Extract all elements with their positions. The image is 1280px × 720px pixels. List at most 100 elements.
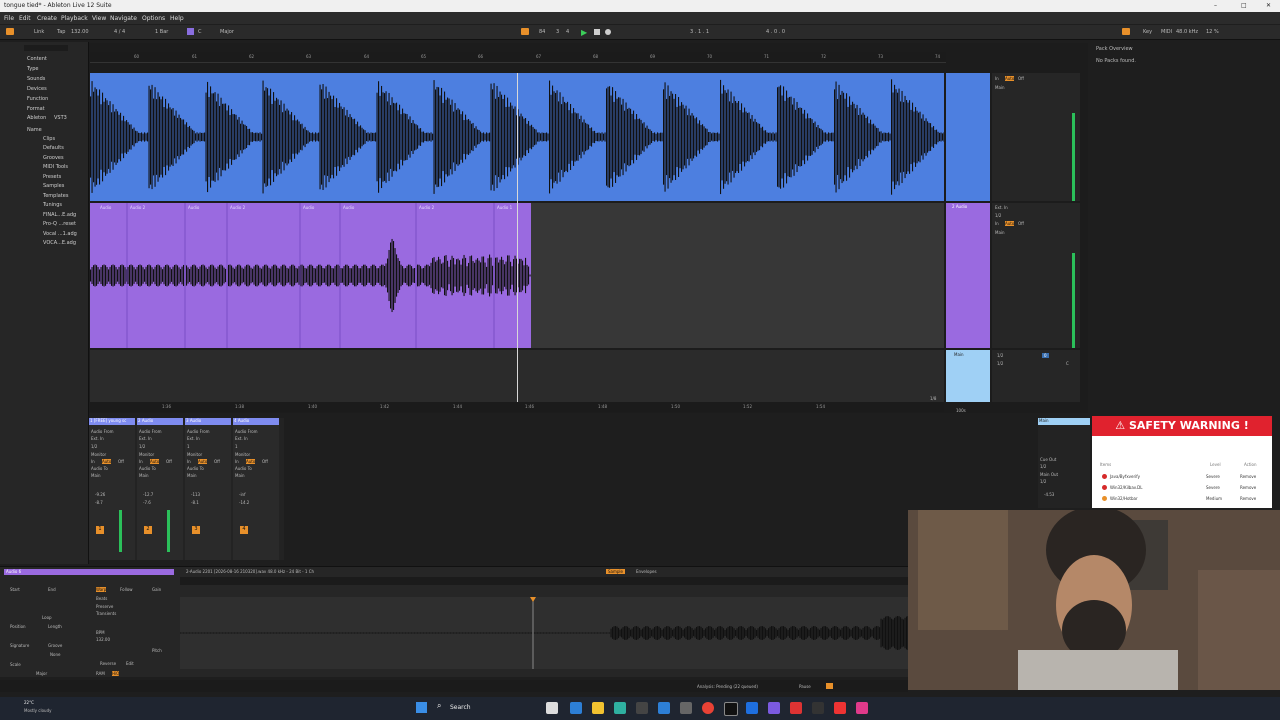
link-button[interactable]: Link <box>34 29 44 35</box>
app-icon[interactable] <box>790 702 802 714</box>
loop-length-field[interactable]: 4 . 0 . 0 <box>766 29 785 35</box>
record-icon[interactable] <box>605 29 611 35</box>
main-track-header[interactable]: Main <box>946 350 990 402</box>
menu-create[interactable]: Create <box>37 15 57 22</box>
menu-view[interactable]: View <box>92 15 106 22</box>
maximize-icon[interactable]: □ <box>1241 2 1247 9</box>
main-cue[interactable]: 1/2 <box>997 361 1003 366</box>
strip-channel-select[interactable]: 1/2 <box>139 444 145 449</box>
loop-toggle[interactable]: Loop <box>42 615 52 620</box>
strip-name[interactable]: 3 Audio <box>185 418 231 425</box>
track-output-select[interactable]: Main <box>995 230 1005 235</box>
weather-desc[interactable]: Mostly cloudy <box>24 708 52 713</box>
loop-position-field[interactable]: 3 . 1 . 1 <box>690 29 709 35</box>
task-view-icon[interactable] <box>546 702 558 714</box>
time-signature-field[interactable]: 4 / 4 <box>114 29 125 35</box>
strip-output-select[interactable]: Main <box>91 473 101 478</box>
monitor-auto-button[interactable]: Auto <box>150 459 160 464</box>
analysis-pause-button[interactable]: Pause <box>799 684 811 689</box>
monitor-in-button[interactable]: In <box>235 459 239 464</box>
threat-remove-link[interactable]: Remove <box>1240 496 1256 501</box>
menu-edit[interactable]: Edit <box>19 15 31 22</box>
track-activator-button[interactable]: 4 <box>240 526 248 534</box>
app-icon[interactable] <box>812 702 824 714</box>
search-icon[interactable]: ⌕ <box>437 701 441 711</box>
browser-category-sounds[interactable]: Sounds <box>27 76 45 82</box>
bpm-field[interactable]: 132.00 <box>96 637 110 642</box>
menu-file[interactable]: File <box>4 15 14 22</box>
app-icon[interactable] <box>834 702 846 714</box>
monitor-off-button[interactable]: Off <box>118 459 124 464</box>
clip-name-bar[interactable]: Audio 6 <box>4 569 174 575</box>
monitor-off-button[interactable]: Off <box>214 459 220 464</box>
strip-output-select[interactable]: Main <box>139 473 149 478</box>
monitor-in-button[interactable]: In <box>995 221 999 226</box>
browser-category-vst3[interactable]: VST3 <box>54 115 67 121</box>
edge-icon[interactable] <box>614 702 626 714</box>
windows-start-icon[interactable] <box>416 702 427 713</box>
monitor-auto-button[interactable]: Auto <box>198 459 208 464</box>
browser-category-format[interactable]: Format <box>27 106 45 112</box>
main-pan[interactable]: C <box>1066 361 1069 366</box>
arrangement-position-bar[interactable]: 84 <box>539 29 545 35</box>
stop-icon[interactable] <box>594 29 600 35</box>
threat-remove-link[interactable]: Remove <box>1240 474 1256 479</box>
strip-volume[interactable]: -inf <box>239 492 246 497</box>
browser-item[interactable]: Defaults <box>43 145 64 151</box>
discord-icon[interactable] <box>768 702 780 714</box>
app-icon[interactable] <box>570 702 582 714</box>
track-input-channel[interactable]: 1/2 <box>995 213 1001 218</box>
follow-button[interactable]: Follow <box>120 587 133 592</box>
strip-name[interactable]: 2 Audio <box>137 418 183 425</box>
tab-sample[interactable]: Sample <box>606 569 625 574</box>
key-select[interactable]: C <box>198 29 202 35</box>
arrangement-position-sixteenth[interactable]: 4 <box>566 29 569 35</box>
browser-item[interactable]: MIDI Tools <box>43 164 68 170</box>
tab-envelopes[interactable]: Envelopes <box>636 569 657 574</box>
monitor-in-button[interactable]: In <box>139 459 143 464</box>
monitor-auto-button[interactable]: Auto <box>1005 221 1015 226</box>
app-icon[interactable] <box>856 702 868 714</box>
groove-select[interactable]: None <box>50 652 60 657</box>
menu-options[interactable]: Options <box>142 15 165 22</box>
ableton-icon[interactable] <box>724 702 738 716</box>
main-volume[interactable]: 0 <box>1042 353 1049 358</box>
strip-input-select[interactable]: Ext. In <box>235 436 248 441</box>
browser-category-devices[interactable]: Devices <box>27 86 47 92</box>
edit-button[interactable]: Edit <box>126 661 134 666</box>
file-explorer-icon[interactable] <box>592 702 604 714</box>
menu-navigate[interactable]: Navigate <box>110 15 137 22</box>
browser-item[interactable]: FINAL...E.adg <box>43 212 76 218</box>
browser-item[interactable]: Pro-Q ...reset <box>43 221 76 227</box>
monitor-auto-button[interactable]: Auto <box>102 459 112 464</box>
app-icon[interactable] <box>658 702 670 714</box>
main-output[interactable]: 1/2 <box>997 353 1003 358</box>
track-output-select[interactable]: Main <box>995 85 1005 90</box>
app-icon[interactable] <box>746 702 758 714</box>
browser-category-type[interactable]: Type <box>27 66 38 72</box>
chrome-icon[interactable] <box>702 702 714 714</box>
monitor-in-button[interactable]: In <box>91 459 95 464</box>
clip-scale-select[interactable]: Major <box>36 671 47 676</box>
browser-item[interactable]: Vocal ...1.adg <box>43 231 77 237</box>
track-2-header[interactable]: 2 Audio <box>946 203 990 348</box>
strip-channel-select[interactable]: 1 <box>187 444 190 449</box>
follow-icon[interactable] <box>521 28 529 35</box>
strip-volume[interactable]: -113 <box>191 492 200 497</box>
time-ruler[interactable]: 1:36 1:38 1:40 1:42 1:44 1:46 1:48 1:50 … <box>90 402 944 412</box>
strip-volume[interactable]: -9.26 <box>95 492 105 497</box>
close-icon[interactable]: ✕ <box>1266 2 1271 9</box>
main-volume[interactable]: -4.53 <box>1044 492 1054 497</box>
sample-editor[interactable] <box>180 597 909 669</box>
strip-input-select[interactable]: Ext. In <box>91 436 104 441</box>
browser-search-input[interactable] <box>24 45 68 51</box>
arrangement-position-beat[interactable]: 3 <box>556 29 559 35</box>
cue-out-select[interactable]: 1/2 <box>1040 464 1046 469</box>
ram-button[interactable]: RAM <box>96 671 105 676</box>
track-activator-button[interactable]: 2 <box>144 526 152 534</box>
strip-channel-select[interactable]: 1 <box>235 444 238 449</box>
key-map-button[interactable]: Key <box>1143 29 1152 35</box>
warp-button[interactable]: Warp <box>96 587 107 592</box>
track-input-select[interactable]: Ext. In <box>995 205 1008 210</box>
browser-item[interactable]: Clips <box>43 136 55 142</box>
